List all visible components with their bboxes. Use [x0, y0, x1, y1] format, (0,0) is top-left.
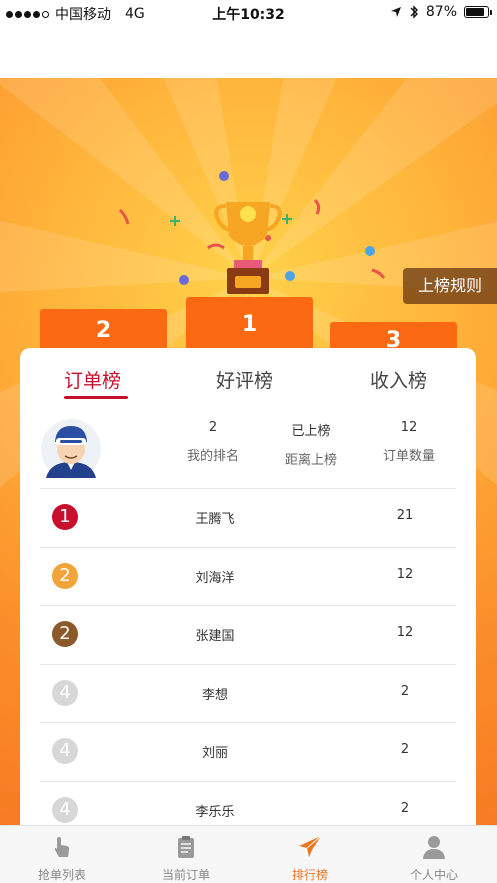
hand-pointer-icon: [54, 837, 70, 857]
courier-name: 李乐乐: [195, 804, 235, 820]
location-arrow-icon: [390, 7, 401, 17]
ranking-row[interactable]: 2 刘海洋 12: [40, 547, 456, 605]
rank-badge: 4: [52, 679, 78, 706]
ranking-row[interactable]: 1 王腾飞 21: [40, 488, 456, 546]
my-rank-value: 2: [208, 420, 218, 435]
order-count-cell: 21: [396, 508, 414, 523]
rank-badge: 4: [52, 796, 78, 823]
order-count-cell: 2: [400, 683, 410, 699]
tabbar-ranking[interactable]: 排行榜: [248, 826, 372, 883]
courier-name: 李想: [201, 687, 228, 703]
clipboard-icon: [178, 836, 194, 858]
my-rank: 2 我的排名: [168, 420, 258, 464]
bottom-tab-bar: 抢单列表 当前订单 排行榜 个人中心: [0, 825, 497, 883]
avatar: [41, 419, 101, 479]
order-count: 12 订单数量: [364, 420, 454, 464]
courier-name: 王腾飞: [195, 512, 235, 527]
rank-badge: 1: [52, 504, 78, 530]
trophy-icon: [214, 202, 282, 294]
bluetooth-icon: [410, 5, 418, 19]
tabbar-profile[interactable]: 个人中心: [372, 826, 496, 883]
ranking-tabs: 订单榜 好评榜 收入榜: [20, 348, 476, 404]
tab-income[interactable]: 收入榜: [370, 366, 427, 393]
battery-percent: 87%: [425, 4, 457, 20]
distance-label: 距离上榜: [284, 453, 337, 468]
rank-badge: 2: [52, 621, 78, 647]
tabbar-grab-orders[interactable]: 抢单列表: [0, 826, 124, 883]
rank-badge: 4: [52, 738, 78, 764]
my-rank-label: 我的排名: [186, 449, 239, 464]
my-rank-summary: 2 我的排名 已上榜 距离上榜 12 订单数量: [20, 410, 476, 488]
tabbar-current-orders[interactable]: 当前订单: [124, 826, 248, 883]
ranking-rules-button[interactable]: 上榜规则: [403, 268, 497, 304]
ranking-card: 订单榜 好评榜 收入榜 2 我的排名 已上榜 距离上榜 12 订单数量 1 王腾飞…: [20, 348, 476, 838]
order-count-cell: 2: [400, 742, 410, 757]
ranking-row[interactable]: 4 刘丽 2: [40, 722, 456, 780]
courier-name: 刘丽: [201, 746, 228, 761]
ranking-row[interactable]: 4 李想 2: [40, 664, 456, 722]
order-count-cell: 12: [396, 566, 414, 582]
courier-name: 刘海洋: [195, 570, 235, 586]
courier-name: 张建国: [195, 629, 235, 644]
tab-active-indicator: [64, 396, 128, 399]
tab-orders[interactable]: 订单榜: [64, 366, 121, 393]
battery-icon: [464, 6, 492, 18]
person-icon: [423, 836, 445, 859]
status-bar: 中国移动 4G 上午10:32 87%: [0, 0, 497, 26]
ranking-row[interactable]: 2 张建国 12: [40, 605, 456, 663]
paper-plane-icon: [299, 835, 322, 857]
order-count-value: 12: [400, 420, 418, 435]
navigation-bar: [0, 26, 497, 78]
tab-reviews[interactable]: 好评榜: [216, 366, 273, 393]
distance-to-board: 已上榜 距离上榜: [266, 420, 356, 468]
order-count-label: 订单数量: [382, 449, 435, 464]
rank-badge: 2: [52, 562, 78, 589]
order-count-cell: 12: [396, 625, 414, 640]
distance-value: 已上榜: [291, 424, 331, 439]
order-count-cell: 2: [400, 800, 410, 816]
